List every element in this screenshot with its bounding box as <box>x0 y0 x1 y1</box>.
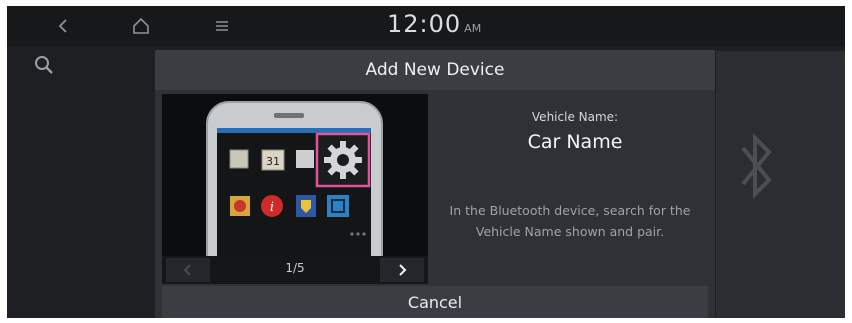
chevron-right-icon <box>399 264 407 276</box>
vehicle-name-block: Vehicle Name: Car Name <box>435 110 715 153</box>
cancel-button[interactable]: Cancel <box>162 286 708 318</box>
page-indicator: 1/5 <box>285 261 305 275</box>
prev-page-button[interactable] <box>166 258 210 282</box>
vehicle-name-value: Car Name <box>527 131 623 153</box>
vehicle-name-label: Vehicle Name: <box>531 110 619 124</box>
clock: 12:00 AM <box>387 10 481 38</box>
clock-ampm: AM <box>464 22 482 35</box>
status-bar: 12:00 AM <box>7 6 845 46</box>
add-device-dialog: Add New Device 31 i 1/5 Vehicle Name: Ca… <box>155 50 715 318</box>
bluetooth-icon <box>735 126 779 206</box>
infotainment-screen: 12:00 AM Add New Device 31 i 1/5 Vehicle… <box>7 6 845 318</box>
next-page-button[interactable] <box>380 258 424 282</box>
back-chevron-icon[interactable] <box>52 14 76 38</box>
calendar-day: 31 <box>266 155 280 168</box>
menu-icon[interactable] <box>210 14 234 38</box>
home-icon[interactable] <box>129 14 153 38</box>
illustration-pager: 1/5 <box>162 256 428 284</box>
svg-text:i: i <box>270 200 274 215</box>
pairing-instruction: In the Bluetooth device, search for the … <box>449 203 691 239</box>
dialog-title: Add New Device <box>155 50 715 90</box>
search-icon[interactable] <box>33 54 55 76</box>
clock-time: 12:00 <box>387 10 462 38</box>
chevron-left-icon <box>183 264 191 276</box>
